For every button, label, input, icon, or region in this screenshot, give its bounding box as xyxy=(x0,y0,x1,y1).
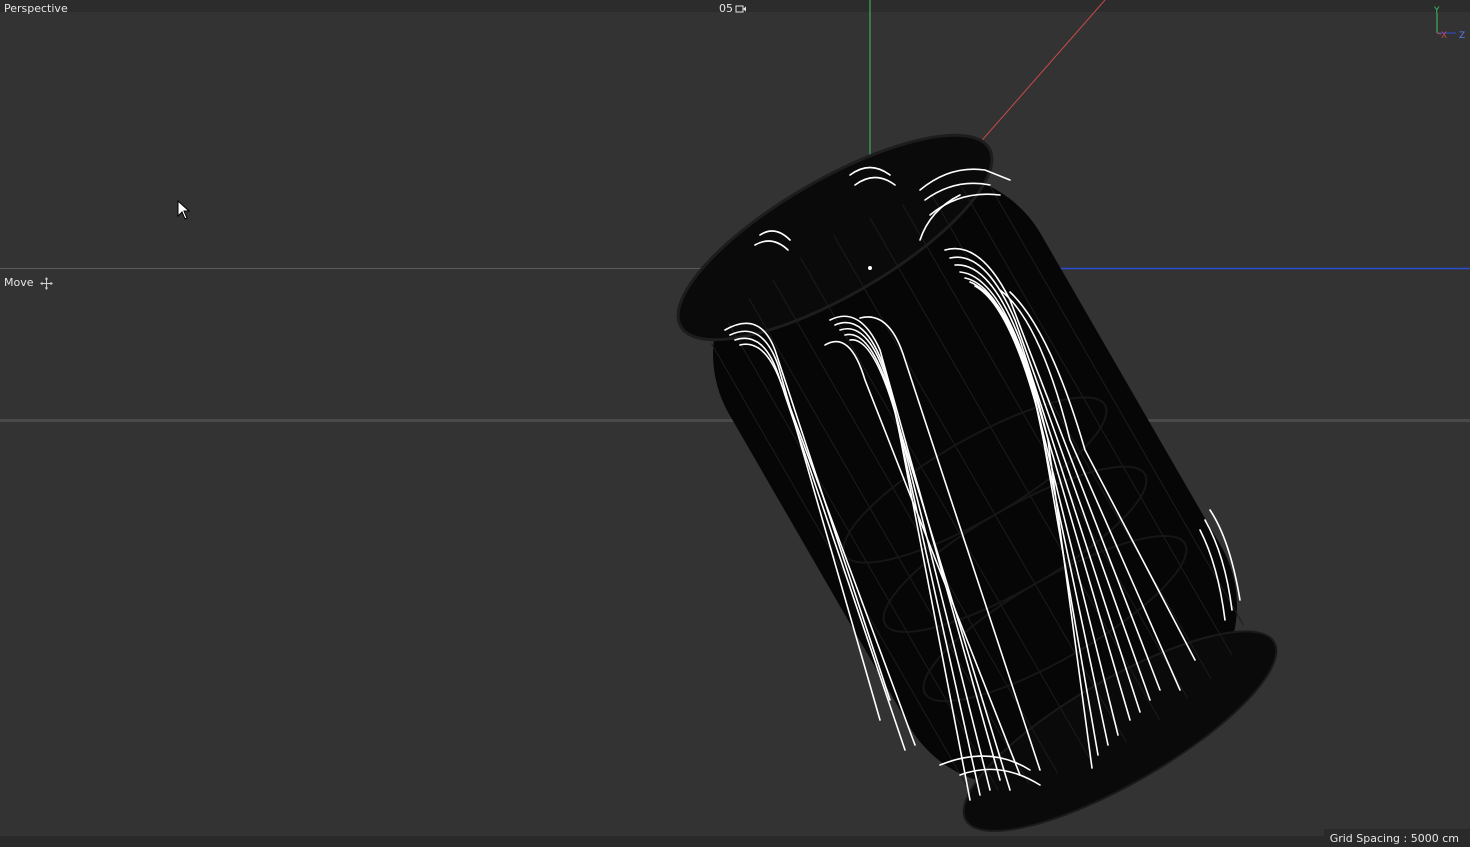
viewport-name-label[interactable]: Perspective xyxy=(4,1,68,17)
camera-label-text: 05 xyxy=(719,2,733,15)
active-tool-label: Move xyxy=(4,276,34,289)
scene-render[interactable] xyxy=(0,0,1470,847)
gizmo-z-label: Z xyxy=(1459,31,1465,41)
move-icon xyxy=(39,276,53,290)
camera-selector[interactable]: 05 xyxy=(719,1,747,17)
gizmo-y-label: Y xyxy=(1433,6,1440,16)
gizmo-x-label: X xyxy=(1441,31,1447,41)
axis-gizmo: Y X Z xyxy=(1433,6,1465,41)
3d-viewport[interactable]: Perspective 05 Move Y X Z Grid Spacing :… xyxy=(0,0,1470,847)
camera-icon xyxy=(735,5,746,13)
active-tool-indicator: Move xyxy=(4,275,53,291)
mouse-cursor-icon xyxy=(177,200,191,220)
grid-spacing-readout: Grid Spacing : 5000 cm xyxy=(1323,829,1470,847)
object-pivot xyxy=(868,266,872,270)
